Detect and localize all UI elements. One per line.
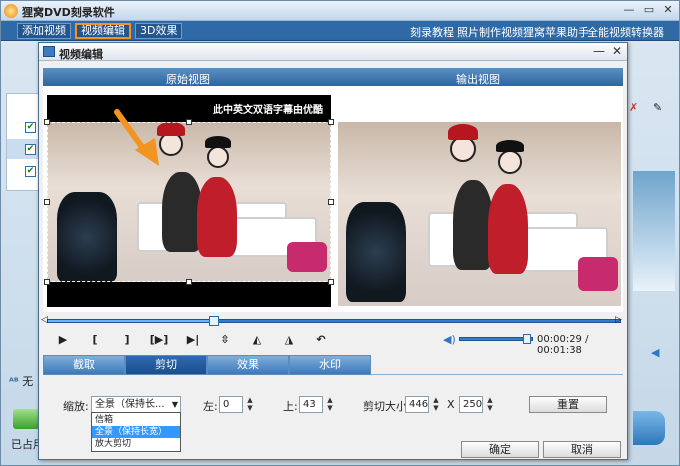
video-edit-dialog: 视频编辑 — ✕ 原始视图 输出视图 此中英文双语字幕由优酷 ◁ ▷ ▶ []… [38,42,628,460]
apple-helper-link[interactable]: 狸窝苹果助手 [523,24,589,40]
tab-capture[interactable]: 截取 [43,355,125,375]
output-video-frame [338,122,621,306]
zoom-option-zoomcrop[interactable]: 放大剪切 [92,438,180,450]
app-volume-icon[interactable]: ◀ [651,346,659,359]
crop-handle-bl[interactable] [44,279,50,285]
original-video-frame[interactable]: 此中英文双语字幕由优酷 [44,95,334,307]
seek-end-marker: ▷ [615,315,622,325]
seek-thumb[interactable] [209,316,220,326]
crop-handle-br[interactable] [328,279,334,285]
crop-times-label: X [447,398,455,411]
crop-handle-r[interactable] [328,199,334,205]
left-label: 左: [203,400,218,413]
play-button[interactable]: ▶ [53,333,73,349]
volume-thumb[interactable] [522,334,531,344]
ok-button[interactable]: 确定 [461,441,539,458]
zoom-dropdown: 信箱 全景（保持长宽） 放大剪切 [91,412,181,452]
crop-width-stepper[interactable]: ▲ ▼ [431,396,441,413]
app-toolbar: 添加视频 视频编辑 3D效果 刻录教程 照片制作视频 狸窝苹果助手 全能视频转换… [1,21,679,41]
mark-in-button[interactable]: [ [85,333,105,349]
top-stepper[interactable]: ▲ ▼ [325,396,335,413]
app-logo-icon [4,4,18,18]
delete-icon[interactable]: ✗ [629,101,638,114]
restore-icon[interactable]: ▭ [641,3,657,18]
minimize-icon[interactable]: — [621,3,637,18]
reset-button[interactable]: 重置 [529,396,607,413]
file-checkbox-2[interactable]: ✔ [25,144,36,155]
play-selection-button[interactable]: [▶] [149,333,169,349]
video-subtitle: 此中英文双语字幕由优酷 [213,105,323,116]
crop-handle-b[interactable] [186,279,192,285]
top-label: 上: [283,400,298,413]
crop-handle-tr[interactable] [328,119,334,125]
seek-progress [48,320,215,322]
left-input[interactable]: 0 [219,396,243,413]
status-value: 无 [22,375,34,388]
original-view-header: 原始视图 [166,73,210,86]
seek-start-marker: ◁ [41,315,48,325]
flip-vertical-icon[interactable]: ⇳ [215,333,235,349]
crop-height-stepper[interactable]: ▲ ▼ [485,396,495,413]
crop-width-input[interactable]: 446 [405,396,429,413]
undo-icon[interactable]: ↶ [311,333,331,349]
time-display: 00:00:29 / 00:01:38 [537,334,589,356]
add-video-button[interactable]: 添加视频 [17,23,71,39]
dialog-titlebar: 视频编辑 — ✕ [39,43,627,61]
app-titlebar: 狸窝DVD刻录软件 — ▭ ✕ [1,1,679,21]
tab-effect[interactable]: 效果 [207,355,289,375]
burn-button[interactable] [633,411,665,445]
pane-headers: 原始视图 输出视图 [43,68,623,86]
orange-arrow-icon [114,109,159,166]
video-area: 此中英文双语字幕由优酷 [43,86,623,312]
tab-bar: 截取 剪切 效果 水印 [43,355,623,375]
burn-tutorial-link[interactable]: 刻录教程 [410,24,454,40]
volume-slider[interactable] [459,334,533,344]
photo-video-link[interactable]: 照片制作视频 [457,24,523,40]
crop-size-label: 剪切大小: [363,400,411,413]
status-text: ᴬᴮ 无 [9,373,39,388]
dialog-close-icon[interactable]: ✕ [609,44,625,59]
seek-bar[interactable] [47,316,621,326]
disc-usage-bar [13,409,39,429]
crop-handle-l[interactable] [44,199,50,205]
close-icon[interactable]: ✕ [660,3,676,18]
chevron-down-icon: ▼ [171,400,178,409]
cancel-button[interactable]: 取消 [543,441,621,458]
effect-3d-button[interactable]: 3D效果 [135,23,183,39]
zoom-label: 缩放: [63,400,89,413]
app-title: 狸窝DVD刻录软件 [22,6,115,19]
rotate-right-icon[interactable]: ◮ [279,333,299,349]
dialog-title: 视频编辑 [59,48,103,61]
rotate-left-icon[interactable]: ◭ [247,333,267,349]
edit-icon[interactable]: ✎ [653,101,662,114]
tab-crop[interactable]: 剪切 [125,355,207,375]
crop-handle-tl[interactable] [44,119,50,125]
tab-watermark[interactable]: 水印 [289,355,371,375]
crop-handle-t[interactable] [186,119,192,125]
zoom-option-panscan[interactable]: 全景（保持长宽） [92,426,180,438]
video-converter-link[interactable]: 全能视频转换器 [587,24,664,40]
video-edit-button[interactable]: 视频编辑 [75,23,131,39]
crop-height-input[interactable]: 250 [459,396,483,413]
left-stepper[interactable]: ▲ ▼ [245,396,255,413]
volume-icon[interactable]: ◀) [443,333,457,347]
top-input[interactable]: 43 [299,396,323,413]
dialog-minimize-icon[interactable]: — [591,44,607,59]
mark-out-button[interactable]: ] [117,333,137,349]
menu-preview [633,171,675,291]
film-icon [43,46,55,57]
output-view-header: 输出视图 [456,73,500,86]
zoom-option-letterbox[interactable]: 信箱 [92,414,180,426]
file-checkbox-3[interactable]: ✔ [25,166,36,177]
crop-rectangle[interactable] [47,122,331,282]
next-frame-button[interactable]: ▶| [183,333,203,349]
file-checkbox-1[interactable]: ✔ [25,122,36,133]
abc-icon: ᴬᴮ [9,377,19,388]
zoom-select-value: 全景（保持长... [95,399,165,410]
zoom-select[interactable]: 全景（保持长... ▼ [91,396,181,413]
